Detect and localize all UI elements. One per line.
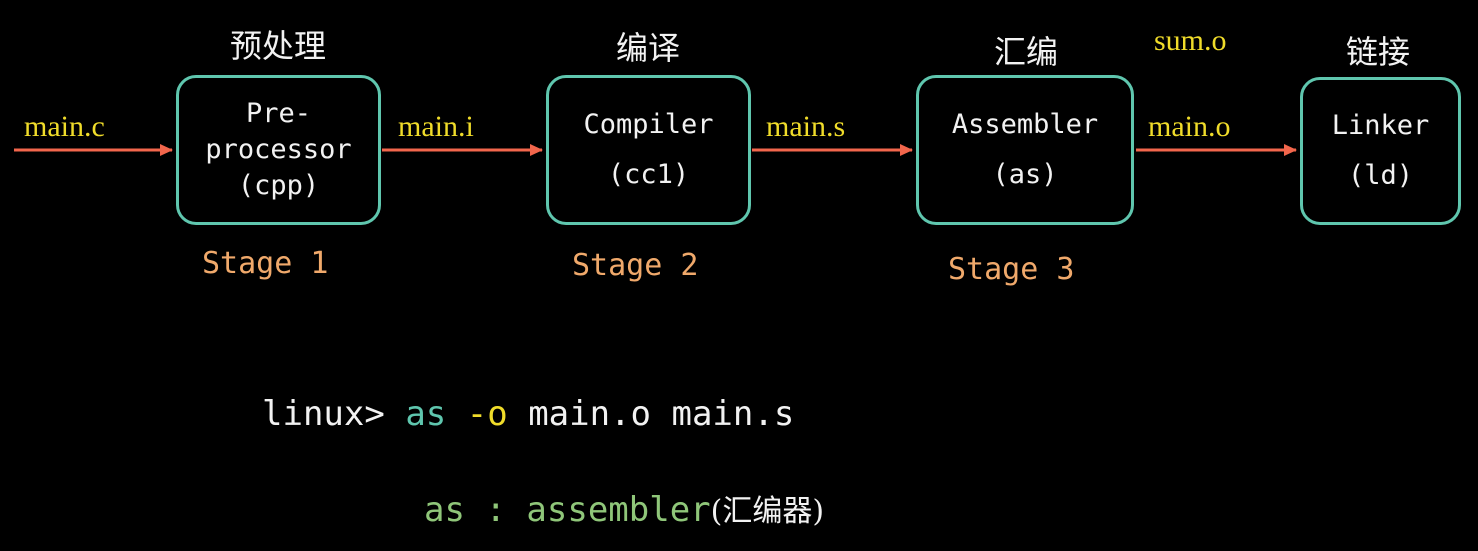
file-label-main-o: main.o (1148, 110, 1231, 143)
stage3-zh-label: 汇编 (993, 33, 1058, 71)
assembler-line-2: (as) (992, 159, 1058, 190)
stage4-zh-label: 链接 (1345, 33, 1410, 71)
stage1-zh-label: 预处理 (229, 27, 326, 65)
note-definition: assembler (526, 490, 711, 530)
compiler-box: Compiler (cc1) (546, 75, 751, 225)
note-term: as (424, 490, 465, 530)
file-label-main-s: main.s (766, 110, 846, 143)
note-zh: (汇编器) (710, 494, 825, 529)
assembler-line-1: Assembler (951, 109, 1099, 140)
preprocessor-line-3: (cpp) (237, 170, 320, 201)
assembler-box: Assembler (as) (916, 75, 1134, 225)
compiler-line-2: (cc1) (607, 159, 690, 190)
preprocessor-line-2: processor (205, 134, 352, 165)
stage3-label: Stage 3 (948, 252, 1075, 287)
as-definition-note: as : assembler(汇编器) (424, 490, 824, 532)
linker-line-1: Linker (1331, 110, 1430, 141)
stage2-zh-label: 编译 (615, 29, 680, 67)
command-program: as (405, 394, 447, 434)
file-label-main-i: main.i (398, 110, 474, 143)
stage1-label: Stage 1 (202, 246, 329, 281)
linker-box: Linker (ld) (1300, 77, 1461, 225)
file-label-main-c: main.c (24, 110, 105, 143)
preprocessor-box: Pre- processor (cpp) (176, 75, 381, 225)
command-args: main.o main.s (528, 394, 795, 434)
compiler-line-1: Compiler (583, 109, 714, 140)
compilation-pipeline-diagram: 预处理 编译 汇编 链接 main.c main.i main.s main.o… (0, 0, 1478, 551)
command-flag: -o (466, 394, 508, 434)
stage2-label: Stage 2 (572, 248, 699, 283)
command-line: linux> as -o main.o main.s (262, 394, 794, 434)
note-separator: : (485, 490, 506, 530)
linker-line-2: (ld) (1347, 160, 1414, 191)
preprocessor-line-1: Pre- (245, 98, 312, 129)
file-label-sum-o: sum.o (1154, 24, 1227, 57)
command-prompt: linux> (262, 394, 385, 434)
